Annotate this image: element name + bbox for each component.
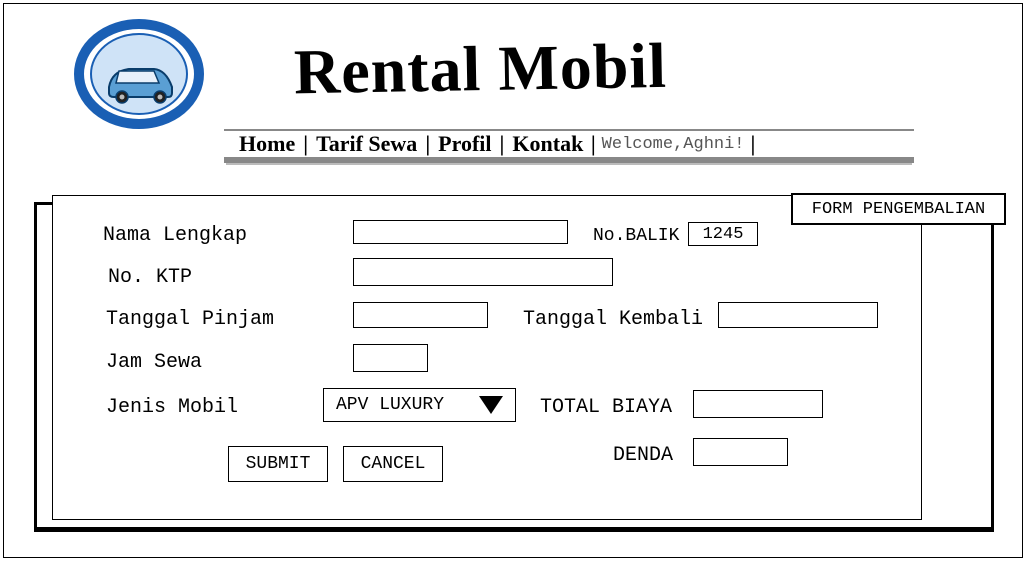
nav-tarif-sewa[interactable]: Tarif Sewa xyxy=(316,131,417,157)
label-jam-sewa: Jam Sewa xyxy=(106,351,202,374)
header: Rental Mobil xyxy=(4,4,1022,129)
form-title-badge: FORM PENGEMBALIAN xyxy=(791,193,1006,225)
nav-separator: | xyxy=(492,131,513,157)
label-no-ktp: No. KTP xyxy=(108,266,192,289)
input-denda[interactable] xyxy=(693,438,788,466)
label-tanggal-kembali: Tanggal Kembali xyxy=(523,308,703,331)
nav-separator: | xyxy=(583,131,597,157)
nav-bar: Home | Tarif Sewa | Profil | Kontak | We… xyxy=(224,129,914,163)
title-wrap: Rental Mobil xyxy=(204,14,1022,103)
page-title: Rental Mobil xyxy=(293,23,1022,110)
nav-separator: | xyxy=(295,131,316,157)
input-tanggal-kembali[interactable] xyxy=(718,302,878,328)
label-jenis-mobil: Jenis Mobil xyxy=(106,396,238,419)
chevron-down-icon xyxy=(479,396,503,414)
nav-separator: | xyxy=(417,131,438,157)
label-nama-lengkap: Nama Lengkap xyxy=(103,224,247,247)
label-tanggal-pinjam: Tanggal Pinjam xyxy=(106,308,274,331)
form-outer-border: FORM PENGEMBALIAN Nama Lengkap No.BALIK … xyxy=(34,202,994,532)
nav-separator: | xyxy=(749,131,758,157)
nav-profil[interactable]: Profil xyxy=(438,131,491,157)
nav-home[interactable]: Home xyxy=(239,131,295,157)
welcome-text: Welcome,Aghni! xyxy=(598,135,749,154)
submit-button[interactable]: SUBMIT xyxy=(228,446,328,482)
select-value: APV LUXURY xyxy=(336,395,444,415)
logo xyxy=(74,19,204,129)
input-nama-lengkap[interactable] xyxy=(353,220,568,244)
page: Rental Mobil Home | Tarif Sewa | Profil … xyxy=(3,3,1023,558)
cancel-button[interactable]: CANCEL xyxy=(343,446,443,482)
input-total-biaya[interactable] xyxy=(693,390,823,418)
label-no-balik: No.BALIK xyxy=(593,226,679,246)
label-total-biaya: TOTAL BIAYA xyxy=(540,396,672,419)
input-no-ktp[interactable] xyxy=(353,258,613,286)
nav-kontak[interactable]: Kontak xyxy=(512,131,583,157)
value-no-balik: 1245 xyxy=(688,222,758,246)
form-panel: FORM PENGEMBALIAN Nama Lengkap No.BALIK … xyxy=(52,195,922,520)
input-tanggal-pinjam[interactable] xyxy=(353,302,488,328)
input-jam-sewa[interactable] xyxy=(353,344,428,372)
label-denda: DENDA xyxy=(613,444,673,467)
select-jenis-mobil[interactable]: APV LUXURY xyxy=(323,388,516,422)
